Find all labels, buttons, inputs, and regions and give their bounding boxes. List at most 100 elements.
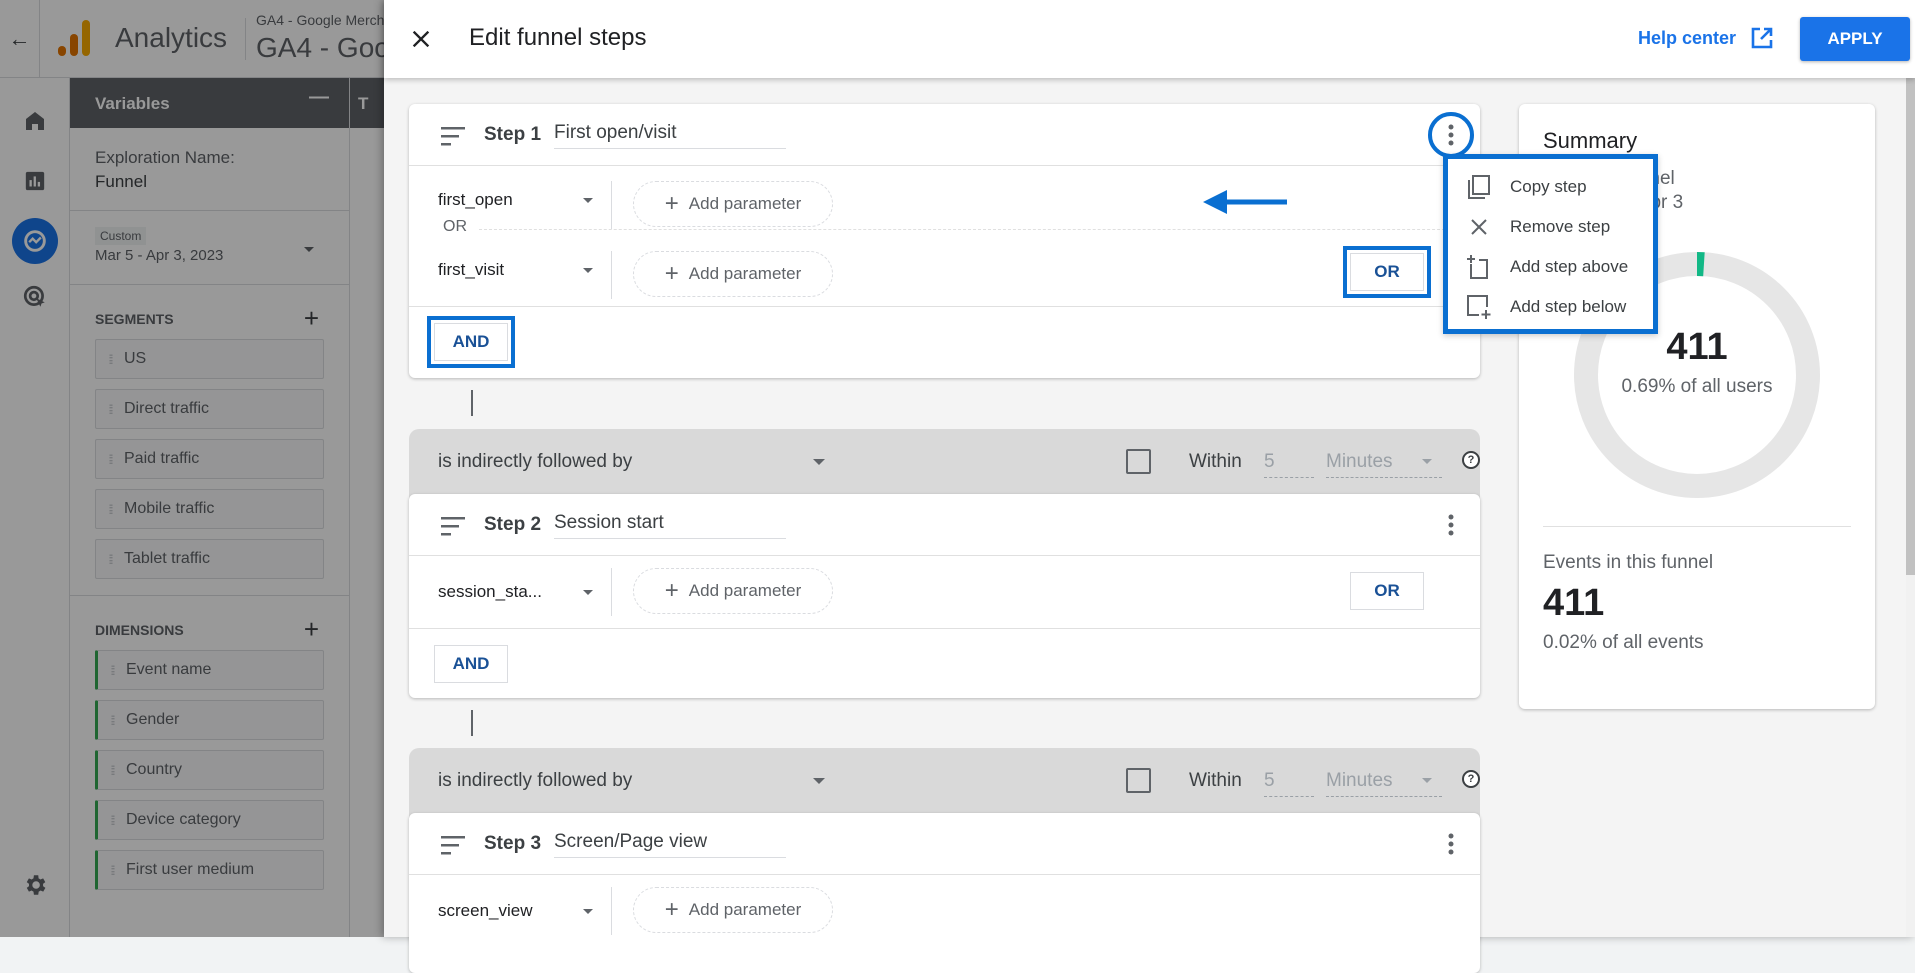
event-name: screen_view [438, 901, 533, 920]
and-row: AND [409, 306, 1480, 376]
dashed-divider [479, 229, 1480, 230]
divider [611, 887, 612, 935]
add-parameter-button[interactable]: + Add parameter [633, 887, 833, 933]
add-parameter-button[interactable]: + Add parameter [633, 251, 833, 297]
add-parameter-button[interactable]: + Add parameter [633, 568, 833, 614]
within-value-input[interactable] [1264, 770, 1314, 797]
menu-item-label: Add step above [1510, 257, 1629, 276]
help-icon[interactable]: ? [1462, 770, 1480, 788]
step-number: Step 2 [484, 514, 542, 535]
menu-item-copy-step[interactable]: Copy step [1448, 167, 1653, 207]
divider [1543, 526, 1851, 527]
add-parameter-label: Add parameter [688, 194, 802, 213]
condition-row: first_visit + Add parameter OR [409, 236, 1480, 306]
step-name-input[interactable] [554, 122, 786, 149]
more-vert-icon[interactable] [1434, 827, 1468, 861]
dialog-header: Edit funnel steps Help center APPLY [384, 0, 1915, 78]
external-link-icon [1751, 27, 1773, 49]
step-number: Step 3 [484, 833, 542, 854]
or-button[interactable]: OR [1350, 572, 1424, 610]
modal-scrim[interactable] [0, 0, 384, 937]
event-select[interactable]: first_open [438, 190, 598, 210]
add-parameter-button[interactable]: + Add parameter [633, 181, 833, 227]
chevron-down-icon [583, 590, 593, 595]
menu-item-remove-step[interactable]: Remove step [1448, 207, 1653, 247]
menu-item-label: Copy step [1510, 177, 1587, 196]
dialog-title: Edit funnel steps [469, 24, 647, 51]
relation-select[interactable]: is indirectly followed by [438, 451, 632, 473]
within-checkbox[interactable] [1126, 768, 1151, 793]
divider [611, 181, 612, 229]
menu-item-add-step-below[interactable]: Add step below [1448, 287, 1653, 327]
plus-icon: + [664, 577, 679, 604]
event-name: session_sta... [438, 582, 542, 601]
and-row: AND [409, 628, 1480, 698]
plus-icon: + [664, 896, 679, 923]
more-vert-icon[interactable] [1428, 112, 1474, 158]
scrollbar-thumb[interactable] [1906, 78, 1915, 575]
chevron-down-icon [583, 268, 593, 273]
events-count: 411 [1543, 582, 1605, 624]
step-number: Step 1 [484, 124, 542, 145]
step-connector [471, 390, 473, 416]
help-center-link[interactable]: Help center [1638, 26, 1774, 50]
condition-row: first_open + Add parameter [409, 166, 1480, 232]
funnel-step-2: Step 2 session_sta... +Add parameter OR … [409, 494, 1480, 698]
drag-sort-icon[interactable] [441, 516, 467, 536]
close-icon[interactable] [404, 22, 438, 56]
chevron-down-icon [1422, 459, 1432, 464]
copy-icon [1468, 175, 1490, 199]
within-unit: Minutes [1326, 451, 1393, 472]
help-center-label: Help center [1638, 27, 1737, 48]
step-context-menu: Copy step Remove step Add step above Add… [1443, 154, 1658, 334]
plus-icon: + [664, 190, 679, 217]
event-name: first_open [438, 190, 513, 209]
step-header: Step 1 [409, 104, 1480, 166]
drag-sort-icon[interactable] [441, 126, 467, 146]
help-icon[interactable]: ? [1462, 451, 1480, 469]
and-button[interactable]: AND [427, 316, 515, 368]
chevron-down-icon [813, 778, 825, 784]
relation-select[interactable]: is indirectly followed by [438, 770, 632, 792]
summary-title: Summary [1543, 128, 1638, 153]
event-select[interactable]: session_sta... [438, 582, 598, 602]
users-percent: 0.69% of all users [1621, 376, 1773, 397]
step-name-input[interactable] [554, 512, 786, 539]
edit-funnel-steps-dialog: Edit funnel steps Help center APPLY Step… [384, 0, 1915, 973]
within-unit-select[interactable]: Minutes [1326, 770, 1442, 797]
more-vert-icon[interactable] [1434, 508, 1468, 542]
within-checkbox[interactable] [1126, 449, 1151, 474]
scrollbar[interactable] [1906, 78, 1915, 937]
add-parameter-label: Add parameter [688, 900, 802, 919]
step-header: Step 2 [409, 494, 1480, 556]
event-select[interactable]: first_visit [438, 260, 598, 280]
apply-button[interactable]: APPLY [1800, 17, 1910, 61]
menu-item-add-step-above[interactable]: Add step above [1448, 247, 1653, 287]
condition-row: screen_view + Add parameter [409, 875, 1480, 945]
event-name: first_visit [438, 260, 505, 279]
and-button[interactable]: AND [434, 645, 508, 683]
add-parameter-label: Add parameter [688, 581, 802, 600]
drag-sort-icon[interactable] [441, 835, 467, 855]
step-name-input[interactable] [554, 831, 786, 858]
chevron-down-icon [583, 198, 593, 203]
within-value-input[interactable] [1264, 451, 1314, 478]
or-button[interactable]: OR [1343, 246, 1431, 298]
menu-item-label: Add step below [1510, 297, 1627, 316]
chevron-down-icon [813, 459, 825, 465]
within-unit: Minutes [1326, 770, 1393, 791]
funnel-step-1: Step 1 first_open + Add parameter OR firs… [409, 104, 1480, 378]
funnel-step-3: Step 3 screen_view + Add parameter [409, 813, 1480, 973]
close-icon [1471, 219, 1487, 235]
or-separator-label: OR [443, 218, 467, 235]
within-unit-select[interactable]: Minutes [1326, 451, 1442, 478]
within-label: Within [1189, 770, 1242, 791]
events-percent: 0.02% of all events [1543, 632, 1704, 653]
chevron-down-icon [583, 909, 593, 914]
divider [611, 251, 612, 299]
divider [611, 568, 612, 616]
event-select[interactable]: screen_view [438, 901, 598, 921]
add-below-icon [1467, 295, 1491, 319]
step-connector [471, 710, 473, 736]
add-parameter-label: Add parameter [688, 264, 802, 283]
